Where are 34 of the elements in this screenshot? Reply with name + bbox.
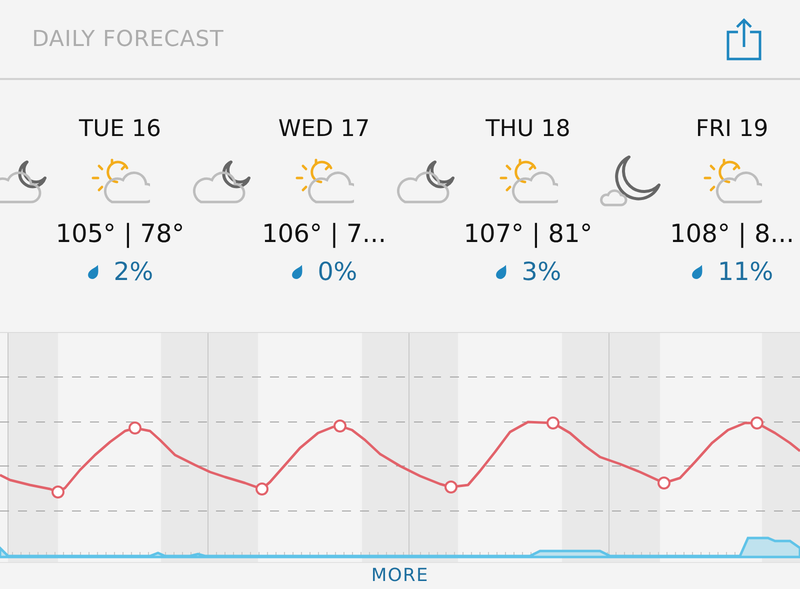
moon-cloud-icon (0, 158, 49, 206)
moon-cloud-icon (191, 158, 253, 206)
sun-cloud-icon (498, 158, 558, 206)
temperature-point (256, 482, 268, 496)
temperature-range: 106° | 7... (262, 219, 386, 249)
raindrop-icon (86, 264, 100, 280)
precipitation-chance: 11% (718, 257, 774, 287)
section-title: DAILY FORECAST (32, 26, 224, 52)
raindrop-icon (494, 264, 508, 280)
sun-cloud-icon (294, 158, 354, 206)
more-button[interactable]: MORE (361, 563, 439, 586)
precipitation-chance: 2% (114, 257, 154, 287)
temperature-point (750, 416, 764, 430)
raindrop-icon (690, 264, 704, 280)
temperature-point (52, 486, 64, 498)
share-icon[interactable] (726, 17, 762, 61)
day-label: TUE 16 (79, 115, 161, 143)
precipitation-chance: 0% (318, 257, 358, 287)
day-label: THU 18 (486, 115, 570, 143)
raindrop-icon (290, 264, 304, 280)
precipitation-chance: 3% (522, 257, 562, 287)
sun-cloud-icon (702, 158, 762, 206)
temperature-point (658, 476, 670, 490)
temperature-point (546, 416, 560, 430)
sun-cloud-icon (90, 158, 150, 206)
temperature-range: 105° | 78° (56, 219, 184, 249)
moon-cloud-icon (395, 158, 457, 206)
temperature-range: 107° | 81° (464, 219, 592, 249)
temperature-point (128, 422, 142, 434)
day-label: WED 17 (278, 115, 370, 143)
temperature-point (444, 480, 458, 494)
temperature-range: 108° | 8... (670, 219, 794, 249)
day-label: FRI 19 (696, 115, 768, 143)
temperature-point (334, 420, 346, 432)
